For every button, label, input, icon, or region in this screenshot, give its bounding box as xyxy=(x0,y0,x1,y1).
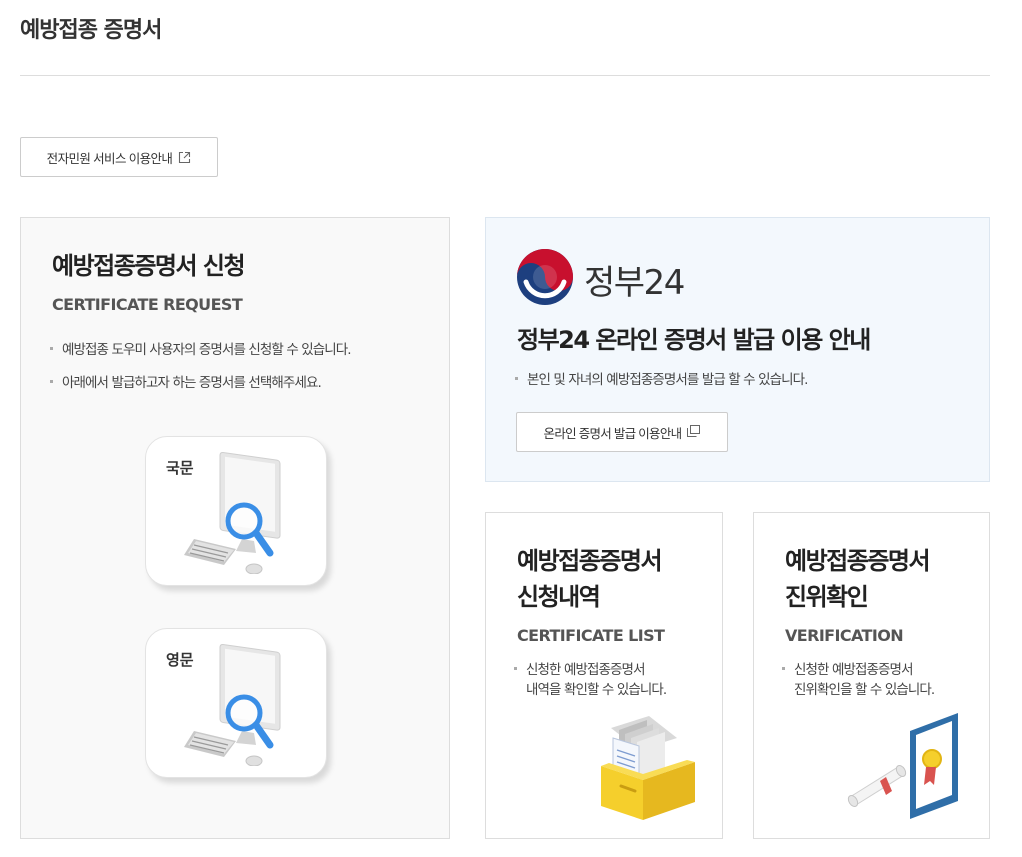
bullet-text: 예방접종 도우미 사용자의 증명서를 신청할 수 있습니다. xyxy=(50,340,352,360)
popup-window-icon xyxy=(687,424,701,440)
external-link-icon xyxy=(178,151,191,164)
online-certificate-guide-button[interactable]: 온라인 증명서 발급 이용안내 xyxy=(516,412,728,452)
card-title-line2: 신청내역 xyxy=(517,583,601,611)
computer-magnifier-icon xyxy=(184,641,294,770)
bullet-text: 본인 및 자녀의 예방접종증명서를 발급 할 수 있습니다. xyxy=(515,370,808,390)
card-subtitle: CERTIFICATE REQUEST xyxy=(52,295,243,314)
document-box-icon xyxy=(591,708,701,827)
certificate-list-card[interactable]: 예방접종증명서 신청내역 CERTIFICATE LIST 신청한 예방접종증명… xyxy=(485,512,723,839)
e-civil-service-guide-button[interactable]: 전자민원 서비스 이용안내 xyxy=(20,137,218,177)
certificate-request-card: 예방접종증명서 신청 CERTIFICATE REQUEST 예방접종 도우미 … xyxy=(20,217,450,839)
bullet-text: 아래에서 발급하고자 하는 증명서를 선택해주세요. xyxy=(50,373,322,393)
page-title: 예방접종 증명서 xyxy=(20,18,162,43)
gov-button-label: 온라인 증명서 발급 이용안내 xyxy=(543,426,683,441)
card-subtitle: VERIFICATION xyxy=(785,626,904,645)
bullet-text: 신청한 예방접종증명서 내역을 확인할 수 있습니다. xyxy=(514,660,667,700)
bullet-line1: 신청한 예방접종증명서 xyxy=(526,662,645,678)
card-subtitle: CERTIFICATE LIST xyxy=(517,626,665,645)
english-certificate-option[interactable]: 영문 xyxy=(145,628,327,778)
guide-button-label: 전자민원 서비스 이용안내 xyxy=(46,151,173,166)
card-title-line1: 예방접종증명서 xyxy=(517,547,663,575)
bullet-text: 신청한 예방접종증명서 진위확인을 할 수 있습니다. xyxy=(782,660,935,700)
gov24-logo: 정부24 xyxy=(516,248,685,310)
bullet-line1: 신청한 예방접종증명서 xyxy=(794,662,913,678)
card-title: 예방접종증명서 신청 xyxy=(52,252,246,280)
taegeuk-emblem-icon xyxy=(516,248,574,310)
gov24-guide-card: 정부24 정부24 온라인 증명서 발급 이용 안내 본인 및 자녀의 예방접종… xyxy=(485,217,990,482)
card-title-line2: 진위확인 xyxy=(785,583,869,611)
bullet-line2: 내역을 확인할 수 있습니다. xyxy=(526,682,667,698)
card-title: 정부24 온라인 증명서 발급 이용 안내 xyxy=(517,326,871,354)
card-title-line1: 예방접종증명서 xyxy=(785,547,931,575)
certificate-award-icon xyxy=(846,711,966,830)
computer-magnifier-icon xyxy=(184,449,294,578)
bullet-line2: 진위확인을 할 수 있습니다. xyxy=(794,682,935,698)
korean-certificate-option[interactable]: 국문 xyxy=(145,436,327,586)
title-divider xyxy=(20,75,990,76)
certificate-verification-card[interactable]: 예방접종증명서 진위확인 VERIFICATION 신청한 예방접종증명서 진위… xyxy=(753,512,990,839)
gov24-logo-text: 정부24 xyxy=(584,262,685,303)
